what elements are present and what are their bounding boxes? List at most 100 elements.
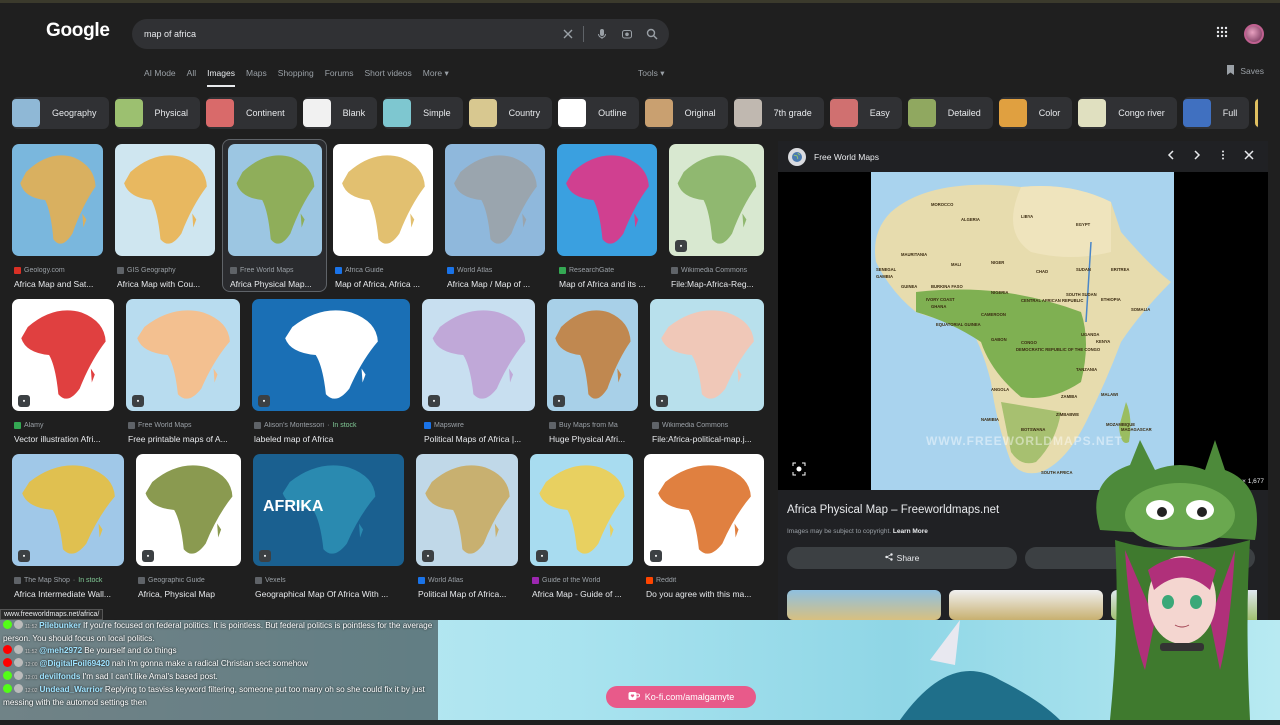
image-result[interactable]: ▪ Reddit Do you agree with this ma... (644, 454, 764, 599)
kofi-badge[interactable]: Ko-fi.com/amalgamyte (606, 686, 756, 708)
result-title[interactable]: Free printable maps of A... (128, 434, 246, 444)
result-source[interactable]: Africa Guide (335, 267, 441, 274)
chevron-left-icon[interactable] (1166, 149, 1176, 163)
chip-7th-grade[interactable]: 7th grade (733, 97, 824, 129)
chip-blank[interactable]: Blank (302, 97, 378, 129)
result-thumbnail[interactable] (12, 454, 124, 566)
result-source[interactable]: Alison's Montessori · In stock (254, 422, 418, 429)
result-title[interactable]: Map of Africa and its ... (559, 279, 663, 289)
clear-icon[interactable] (561, 27, 575, 41)
result-source[interactable]: Wikimedia Commons (652, 422, 772, 429)
result-thumbnail[interactable] (557, 144, 657, 256)
chip-simple[interactable]: Simple (383, 97, 463, 129)
image-result[interactable]: ▪ Guide of the World Africa Map - Guide of… (530, 454, 633, 599)
result-source[interactable]: Buy Maps from Ma (549, 422, 646, 429)
image-result[interactable]: ▪ Buy Maps from Ma Huge Physical Afri... (547, 299, 638, 444)
apps-grid-icon[interactable] (1216, 25, 1228, 43)
result-source[interactable]: Alamy (14, 422, 122, 429)
result-thumbnail[interactable] (228, 144, 322, 256)
result-source[interactable]: Geographic Guide (138, 577, 249, 584)
lens-camera-icon[interactable] (620, 27, 634, 41)
tab-more[interactable]: More ▾ (423, 68, 449, 79)
result-source[interactable]: Reddit (646, 577, 772, 584)
chip-full[interactable]: Full (1182, 97, 1250, 129)
microphone-icon[interactable] (595, 27, 609, 41)
result-title[interactable]: Vector illustration Afri... (14, 434, 120, 444)
result-thumbnail[interactable]: AFRIKA (253, 454, 404, 566)
chip-continent[interactable]: Continent (206, 97, 297, 129)
result-source[interactable]: Free World Maps (128, 422, 248, 429)
result-thumbnail[interactable] (644, 454, 764, 566)
chip-savanna[interactable]: Savanna (1255, 97, 1258, 129)
search-icon[interactable] (645, 27, 659, 41)
result-thumbnail[interactable] (252, 299, 410, 411)
image-result[interactable]: AFRIKA ▪ Vexels Geographical Map Of Africa … (253, 454, 404, 599)
result-title[interactable]: Africa, Physical Map (138, 589, 247, 599)
result-title[interactable]: Do you agree with this ma... (646, 589, 770, 599)
result-source[interactable]: ResearchGate (559, 267, 665, 274)
preview-title[interactable]: Africa Physical Map – Freeworldmaps.net (787, 504, 999, 516)
result-source[interactable]: GIS Geography (117, 267, 223, 274)
close-icon[interactable] (1244, 149, 1254, 163)
learn-more-link[interactable]: Learn More (893, 528, 928, 535)
search-input[interactable] (144, 29, 550, 39)
result-source[interactable]: World Atlas (447, 267, 553, 274)
image-result[interactable]: ▪ Alamy Vector illustration Afri... (12, 299, 114, 444)
result-title[interactable]: Geographical Map Of Africa With ... (255, 589, 410, 599)
result-thumbnail[interactable] (12, 144, 103, 256)
result-source[interactable]: Geology.com (14, 267, 111, 274)
result-title[interactable]: Africa Map - Guide of ... (532, 589, 639, 599)
image-result[interactable]: ▪ Alison's Montessori · In stock labeled map… (252, 299, 410, 444)
related-thumb[interactable] (787, 590, 941, 620)
preview-site-name[interactable]: Free World Maps (814, 152, 879, 162)
chip-easy[interactable]: Easy (829, 97, 902, 129)
result-thumbnail[interactable] (126, 299, 240, 411)
chip-original[interactable]: Original (644, 97, 728, 129)
tab-shopping[interactable]: Shopping (278, 68, 314, 79)
image-result[interactable]: Geology.com Africa Map and Sat... (12, 144, 103, 289)
tab-ai-mode[interactable]: AI Mode (144, 68, 176, 79)
image-result[interactable]: ▪ Free World Maps Free printable maps of A… (126, 299, 240, 444)
chip-geography[interactable]: Geography (12, 97, 109, 129)
chip-congo-river[interactable]: Congo river (1078, 97, 1177, 129)
result-source[interactable]: Guide of the World (532, 577, 641, 584)
result-title[interactable]: Africa Map and Sat... (14, 279, 109, 289)
result-thumbnail[interactable] (422, 299, 535, 411)
chip-outline[interactable]: Outline (558, 97, 639, 129)
image-result[interactable]: ▪ The Map Shop · In stock Africa Intermediat… (12, 454, 124, 599)
result-title[interactable]: Africa Physical Map... (230, 279, 328, 289)
lens-search-icon[interactable] (792, 462, 806, 476)
tools-button[interactable]: Tools ▾ (638, 68, 664, 79)
image-result[interactable]: ▪ Mapswire Political Maps of Africa |... (422, 299, 535, 444)
result-title[interactable]: Africa Intermediate Wall... (14, 589, 130, 599)
image-result[interactable]: GIS Geography Africa Map with Cou... (115, 144, 215, 289)
tab-maps[interactable]: Maps (246, 68, 267, 79)
result-title[interactable]: Map of Africa, Africa ... (335, 279, 439, 289)
chip-country[interactable]: Country (468, 97, 553, 129)
saves-button[interactable]: Saves (1226, 65, 1264, 77)
result-thumbnail[interactable] (445, 144, 545, 256)
result-title[interactable]: Africa Map / Map of ... (447, 279, 551, 289)
google-logo[interactable]: Google (46, 20, 110, 42)
tab-all[interactable]: All (187, 68, 196, 79)
chip-color[interactable]: Color (998, 97, 1073, 129)
chip-detailed[interactable]: Detailed (907, 97, 993, 129)
result-thumbnail[interactable] (115, 144, 215, 256)
image-result[interactable]: ResearchGate Map of Africa and its ... (557, 144, 657, 289)
result-source[interactable]: The Map Shop · In stock (14, 577, 132, 584)
image-result[interactable]: ▪ Geographic Guide Africa, Physical Map (136, 454, 241, 599)
result-title[interactable]: Political Maps of Africa |... (424, 434, 541, 444)
result-title[interactable]: File:Map-Africa-Reg... (671, 279, 770, 289)
more-vert-icon[interactable] (1218, 149, 1228, 163)
image-result[interactable]: Africa Guide Map of Africa, Africa ... (333, 144, 433, 289)
image-result[interactable]: World Atlas Africa Map / Map of ... (445, 144, 545, 289)
image-result[interactable]: Free World Maps Africa Physical Map... (228, 144, 322, 289)
share-button[interactable]: Share (787, 547, 1017, 569)
tab-images[interactable]: Images (207, 68, 235, 87)
result-source[interactable]: Wikimedia Commons (671, 267, 772, 274)
avatar[interactable] (1244, 24, 1264, 44)
tab-forums[interactable]: Forums (325, 68, 354, 79)
image-result[interactable]: ▪ World Atlas Political Map of Africa... (416, 454, 518, 599)
image-result[interactable]: ▪ Wikimedia Commons File:Map-Africa-Reg... (669, 144, 764, 289)
result-source[interactable]: Vexels (255, 577, 412, 584)
